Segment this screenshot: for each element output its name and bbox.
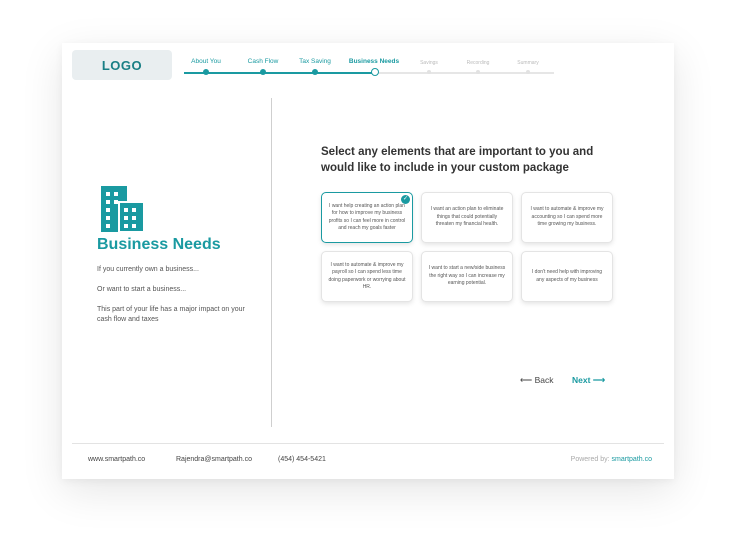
intro-line-owner: If you currently own a business...: [97, 266, 199, 273]
step-dot-about-you[interactable]: [203, 69, 209, 75]
step-about-you[interactable]: About You: [191, 58, 221, 65]
powered-by-prefix: Powered by:: [570, 456, 610, 463]
intro-line-start: Or want to start a business...: [97, 286, 187, 293]
option-text: I don't need help with improving any asp…: [531, 269, 603, 283]
footer-email-link[interactable]: Rajendra@smartpath.co: [176, 456, 252, 463]
step-cash-flow[interactable]: Cash Flow: [248, 58, 279, 65]
next-label: Next: [572, 375, 591, 385]
back-label: Back: [534, 375, 554, 385]
step-dot-tax-saving[interactable]: [312, 69, 318, 75]
progress-stepper: About You Cash Flow Tax Saving Business …: [184, 43, 554, 83]
next-button[interactable]: Next ⟶: [572, 375, 605, 386]
option-card-profit-plan[interactable]: ✓ I want help creating an action plan fo…: [321, 192, 413, 243]
checkmark-icon: ✓: [401, 195, 410, 204]
step-dot-savings: [427, 70, 431, 74]
step-recording: Recording: [466, 60, 490, 66]
logo[interactable]: LOGO: [72, 50, 172, 80]
question-heading: Select any elements that are important t…: [321, 146, 594, 174]
arrow-left-icon: ⟵: [520, 375, 533, 385]
step-dot-business-needs[interactable]: [371, 68, 379, 76]
footer-divider: [72, 443, 664, 444]
form-card: LOGO About You Cash Flow Tax Saving Busi…: [62, 43, 674, 479]
powered-by-brand[interactable]: smartpath.co: [612, 456, 652, 463]
step-savings: Savings: [420, 60, 438, 66]
arrow-right-icon: ⟶: [592, 375, 605, 385]
section-title: Business Needs: [97, 236, 221, 253]
vertical-divider: [271, 98, 272, 427]
option-card-accounting[interactable]: I want to automate & improve my accounti…: [521, 192, 613, 243]
option-text: I want to start a new/side business the …: [428, 265, 506, 287]
option-text: I want to automate & improve my accounti…: [530, 206, 604, 228]
powered-by[interactable]: Powered by: smartpath.co: [571, 456, 652, 463]
option-text: I want to automate & improve my payroll …: [328, 261, 406, 291]
footer-phone: (454) 454-5421: [278, 456, 326, 463]
option-text: I want an action plan to eliminate thing…: [430, 206, 504, 228]
step-business-needs[interactable]: Business Needs: [349, 58, 399, 65]
step-summary: Summary: [517, 60, 539, 66]
option-card-no-help[interactable]: I don't need help with improving any asp…: [521, 251, 613, 302]
intro-line-impact: This part of your life has a major impac…: [97, 306, 245, 323]
building-icon: [101, 186, 145, 233]
option-card-threat-plan[interactable]: I want an action plan to eliminate thing…: [421, 192, 513, 243]
back-button[interactable]: ⟵ Back: [520, 375, 553, 386]
step-dot-recording: [476, 70, 480, 74]
option-text: I want help creating an action plan for …: [328, 202, 406, 232]
footer-website-link[interactable]: www.smartpath.co: [88, 456, 145, 463]
step-dot-summary: [526, 70, 530, 74]
progress-track-done: [184, 72, 375, 74]
step-tax-saving[interactable]: Tax Saving: [299, 58, 331, 65]
step-dot-cash-flow[interactable]: [260, 69, 266, 75]
option-card-payroll[interactable]: I want to automate & improve my payroll …: [321, 251, 413, 302]
option-card-new-business[interactable]: I want to start a new/side business the …: [421, 251, 513, 302]
